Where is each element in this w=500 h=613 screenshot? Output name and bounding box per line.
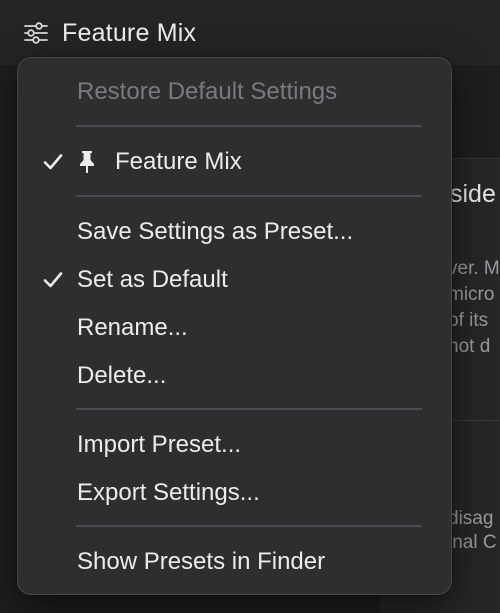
menu-item-delete[interactable]: Delete... bbox=[18, 356, 451, 396]
menu-separator bbox=[76, 408, 422, 410]
menu-item-import-preset[interactable]: Import Preset... bbox=[18, 425, 451, 465]
checkmark-icon bbox=[40, 149, 66, 175]
checkmark-icon bbox=[40, 267, 66, 293]
menu-item-label: Delete... bbox=[77, 362, 167, 389]
menu-separator bbox=[76, 125, 422, 127]
sliders-icon bbox=[24, 22, 48, 44]
menu-item-restore-default: Restore Default Settings bbox=[18, 72, 451, 112]
preset-menu-button[interactable]: Feature Mix bbox=[22, 14, 196, 52]
background-heading: side bbox=[450, 180, 496, 208]
menu-item-label: Save Settings as Preset... bbox=[77, 218, 354, 245]
background-text: ver. M bbox=[448, 258, 500, 279]
menu-item-show-in-finder[interactable]: Show Presets in Finder bbox=[18, 542, 451, 582]
menu-item-preset-feature-mix[interactable]: Feature Mix bbox=[18, 142, 451, 182]
background-text: inal C bbox=[448, 532, 497, 553]
menu-item-label: Rename... bbox=[77, 314, 188, 341]
toolbar-title: Feature Mix bbox=[62, 18, 197, 47]
background-text: of its bbox=[448, 310, 489, 331]
menu-item-label: Export Settings... bbox=[77, 479, 260, 506]
menu-item-export-settings[interactable]: Export Settings... bbox=[18, 473, 451, 513]
background-text: micro bbox=[448, 284, 495, 305]
menu-separator bbox=[76, 195, 422, 197]
pin-icon bbox=[80, 151, 94, 173]
menu-item-label: Set as Default bbox=[77, 266, 228, 293]
menu-item-label: Import Preset... bbox=[77, 431, 242, 458]
background-text: disag bbox=[448, 508, 494, 529]
preset-menu: Restore Default Settings Feature Mix Sav… bbox=[17, 57, 452, 595]
menu-separator bbox=[76, 525, 422, 527]
menu-item-rename[interactable]: Rename... bbox=[18, 308, 451, 348]
menu-item-save-as-preset[interactable]: Save Settings as Preset... bbox=[18, 212, 451, 252]
background-text: not d bbox=[448, 336, 491, 357]
menu-item-label: Show Presets in Finder bbox=[77, 548, 326, 575]
menu-item-label: Feature Mix bbox=[115, 148, 242, 175]
menu-item-label: Restore Default Settings bbox=[77, 78, 338, 105]
menu-item-set-as-default[interactable]: Set as Default bbox=[18, 260, 451, 300]
